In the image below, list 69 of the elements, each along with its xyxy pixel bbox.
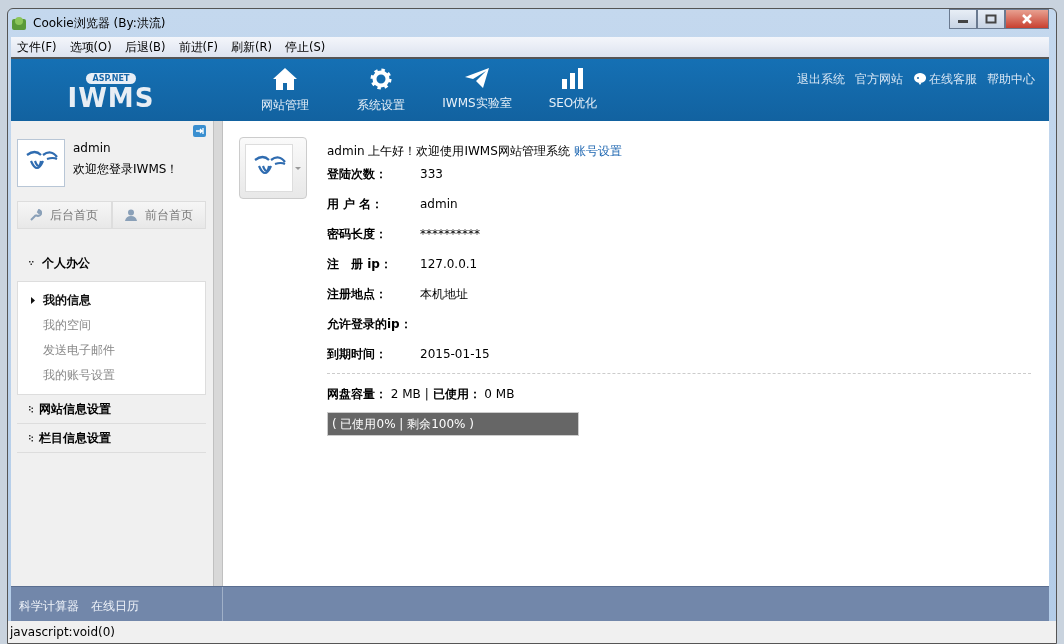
disk-usage-text: 网盘容量： 2 MB | 已使用： 0 MB: [327, 386, 516, 403]
pointer-icon: [31, 297, 35, 304]
nav-tab[interactable]: IWMS实验室: [429, 66, 525, 114]
footer-link[interactable]: 在线日历: [91, 598, 139, 615]
header-link[interactable]: 帮助中心: [987, 70, 1035, 88]
footer-link[interactable]: 科学计算器: [19, 598, 79, 615]
usage-text: ( 已使用0% | 剩余100% ): [331, 415, 474, 433]
menu-item[interactable]: 后退(B): [124, 39, 166, 55]
username: admin: [73, 141, 112, 155]
field-value: 2015-01-15: [420, 347, 490, 361]
status-text: javascript:void(0): [10, 625, 116, 639]
dots-icon: [29, 405, 33, 413]
gear-icon: [369, 66, 393, 91]
field-label: 密码长度：: [327, 225, 388, 243]
menu-item[interactable]: 我的空间: [18, 313, 205, 338]
menu-item[interactable]: 刷新(R): [231, 39, 273, 55]
field-value: 333: [420, 167, 443, 181]
greeting-text: admin 上午好！欢迎使用IWMS网站管理系统: [327, 144, 570, 158]
paper-plane-icon: [464, 66, 490, 89]
bar-chart-icon: [561, 66, 585, 89]
maximize-icon: [985, 14, 997, 24]
field-label: 允许登录的ip：: [327, 315, 413, 333]
header-link[interactable]: 在线客服: [929, 70, 977, 88]
field-label: 到期时间：: [327, 345, 388, 363]
nav-tab[interactable]: 网站管理: [237, 66, 333, 114]
iwms-logo: ASP.NET IWMS: [66, 71, 156, 112]
menu-item[interactable]: 文件(F): [17, 39, 57, 55]
nav-tab[interactable]: SEO优化: [525, 66, 621, 114]
menu-group[interactable]: 个人办公: [17, 249, 206, 277]
menu-item[interactable]: 我的信息: [18, 288, 205, 313]
dots-icon: [29, 261, 36, 265]
field-value: admin: [420, 197, 458, 211]
menu-item[interactable]: 选项(O): [69, 39, 112, 55]
dots-icon: [29, 434, 33, 442]
close-icon: [1021, 14, 1033, 24]
account-settings-link[interactable]: 账号设置: [573, 144, 622, 158]
menu-item[interactable]: 停止(S): [285, 39, 326, 55]
home-button[interactable]: 前台首页: [111, 201, 206, 229]
house-icon: [272, 66, 298, 91]
collapse-icon[interactable]: [193, 125, 206, 137]
nav-tab[interactable]: 系统设置: [333, 66, 429, 114]
chat-bubble-icon: [913, 72, 927, 86]
field-label: 登陆次数：: [327, 165, 388, 183]
app-icon: [11, 15, 27, 31]
person-icon: [124, 209, 137, 221]
menu-group[interactable]: 栏目信息设置: [17, 424, 206, 452]
dragon-logo-avatar: [17, 139, 65, 187]
caret-icon: [295, 166, 301, 170]
field-value: **********: [420, 227, 480, 241]
window-title: Cookie浏览器 (By:洪流): [33, 14, 166, 32]
field-label: 注册地点：: [327, 285, 388, 303]
close-button[interactable]: [1005, 9, 1049, 29]
maximize-button[interactable]: [977, 9, 1005, 29]
field-value: 127.0.0.1: [420, 257, 478, 271]
dragon-logo-avatar: [245, 144, 293, 192]
field-label: 用 户 名：: [327, 195, 385, 213]
minimize-button[interactable]: [949, 9, 977, 29]
avatar-frame[interactable]: [239, 137, 307, 199]
home-button[interactable]: 后台首页: [17, 201, 112, 229]
welcome-text: 欢迎您登录IWMS！: [73, 161, 179, 178]
header-link[interactable]: 退出系统: [797, 70, 845, 88]
header-link[interactable]: 官方网站: [855, 70, 903, 88]
menu-item[interactable]: 前进(F): [178, 39, 219, 55]
wrench-icon: [30, 209, 43, 221]
menu-item[interactable]: 我的账号设置: [18, 363, 205, 388]
menu-group[interactable]: 网站信息设置: [17, 395, 206, 423]
field-label: 注 册 ip：: [327, 255, 393, 273]
menu-item[interactable]: 发送电子邮件: [18, 338, 205, 363]
field-value: 本机地址: [420, 285, 468, 303]
